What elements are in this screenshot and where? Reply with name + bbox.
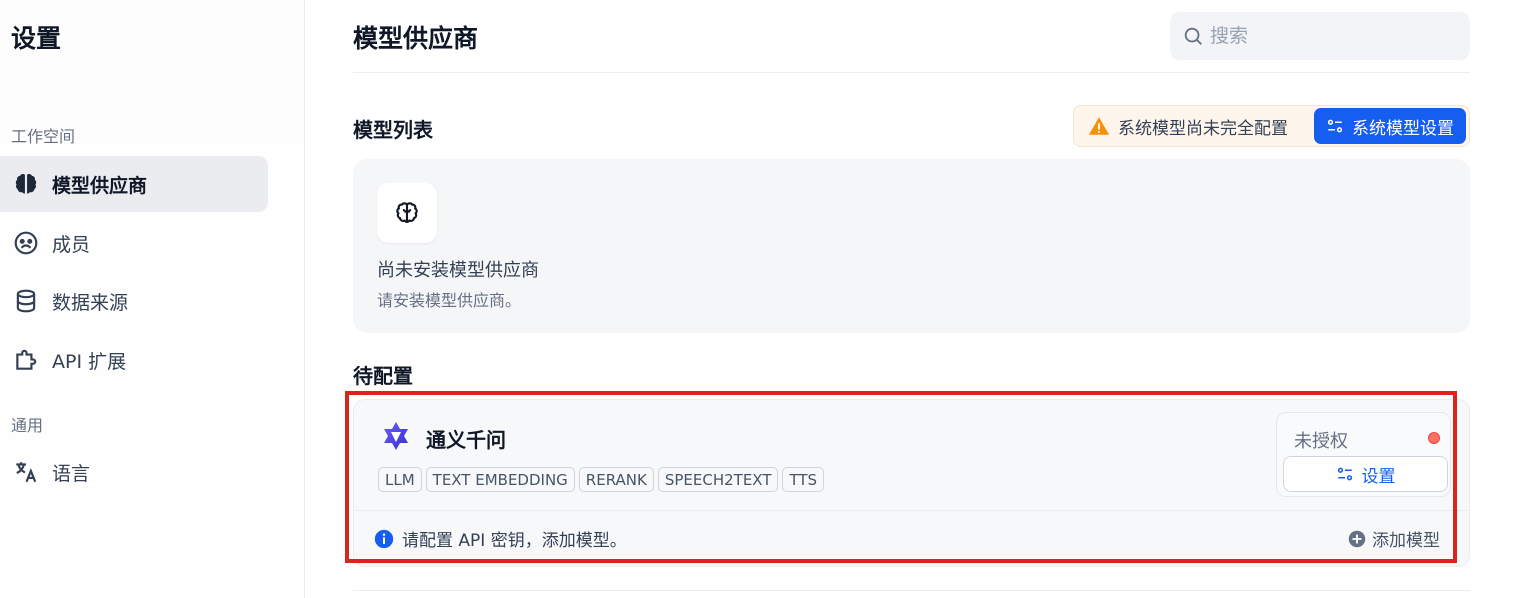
translate-icon: [12, 458, 40, 486]
sidebar-item-members[interactable]: 成员: [0, 215, 268, 271]
info-icon: [374, 529, 394, 549]
auth-status: 未授权: [1294, 431, 1348, 452]
section-label-workspace: 工作空间: [11, 127, 76, 146]
status-dot: [1428, 432, 1440, 444]
search-icon: [1182, 25, 1204, 47]
bottom-divider: [353, 590, 1470, 591]
brain-icon: [12, 170, 40, 198]
sidebar-item-api-extension[interactable]: API 扩展: [0, 332, 268, 388]
sidebar-item-label: 数据来源: [52, 291, 129, 314]
provider-name: 通义千问: [426, 427, 506, 452]
provider-card-tongyi: 通义千问 LLM TEXT EMBEDDING RERANK SPEECH2TE…: [353, 399, 1470, 567]
add-model-label: 添加模型: [1372, 531, 1440, 551]
search-input[interactable]: [1210, 25, 1450, 47]
pending-heading: 待配置: [353, 364, 413, 388]
puzzle-icon: [12, 346, 40, 374]
plus-circle-icon: [1348, 530, 1366, 548]
settings-sliders-icon: [1336, 465, 1354, 483]
hint-text: 请配置 API 密钥，添加模型。: [402, 531, 627, 551]
model-type-tags: LLM TEXT EMBEDDING RERANK SPEECH2TEXT TT…: [378, 467, 825, 492]
header-divider: [353, 72, 1470, 73]
setup-label: 设置: [1361, 466, 1396, 487]
system-model-settings-button[interactable]: 系统模型设置: [1314, 108, 1466, 144]
sidebar-item-label: 模型供应商: [52, 174, 148, 197]
card-divider: [354, 510, 1469, 511]
setup-button[interactable]: 设置: [1283, 456, 1448, 492]
sidebar-item-label: 语言: [52, 462, 91, 485]
tag: TEXT EMBEDDING: [425, 467, 575, 492]
search-box[interactable]: [1170, 12, 1470, 60]
sidebar: 设置 工作空间 模型供应商 成员 数据来源 API 扩展 通用 语言: [0, 0, 305, 598]
main-content: 模型供应商 模型列表 系统模型尚未完全配置 系统模型设置 尚未安装模型供应商 请…: [345, 0, 1470, 598]
settings-sliders-icon: [1326, 117, 1344, 135]
sidebar-item-label: API 扩展: [52, 350, 127, 373]
sidebar-item-data-source[interactable]: 数据来源: [0, 273, 268, 329]
tag: LLM: [378, 467, 422, 492]
tag: RERANK: [578, 467, 654, 492]
tag: SPEECH2TEXT: [657, 467, 779, 492]
empty-provider-card: 尚未安装模型供应商 请安装模型供应商。: [353, 159, 1470, 333]
add-model-button[interactable]: 添加模型: [1348, 526, 1440, 551]
api-key-hint: 请配置 API 密钥，添加模型。: [374, 526, 627, 551]
warning-text: 系统模型尚未完全配置: [1118, 118, 1288, 139]
warning-icon: [1088, 115, 1110, 137]
provider-header: 通义千问: [378, 420, 506, 456]
database-icon: [12, 287, 40, 315]
auth-box: 未授权 设置: [1276, 412, 1451, 497]
section-label-general: 通用: [11, 416, 44, 435]
system-model-settings-label: 系统模型设置: [1352, 118, 1454, 139]
members-icon: [12, 229, 40, 257]
page-title: 模型供应商: [353, 24, 479, 53]
tongyi-logo-icon: [378, 420, 414, 456]
brain-outline-icon: [377, 183, 437, 243]
sidebar-item-label: 成员: [52, 233, 91, 256]
system-model-warning: 系统模型尚未完全配置 系统模型设置: [1073, 105, 1470, 147]
empty-description: 请安装模型供应商。: [377, 291, 522, 310]
sidebar-title: 设置: [11, 24, 62, 53]
sidebar-item-language[interactable]: 语言: [0, 444, 268, 500]
model-list-heading: 模型列表: [353, 118, 433, 142]
empty-title: 尚未安装模型供应商: [377, 260, 539, 281]
sidebar-item-model-provider[interactable]: 模型供应商: [0, 156, 268, 212]
tag: TTS: [782, 467, 825, 492]
